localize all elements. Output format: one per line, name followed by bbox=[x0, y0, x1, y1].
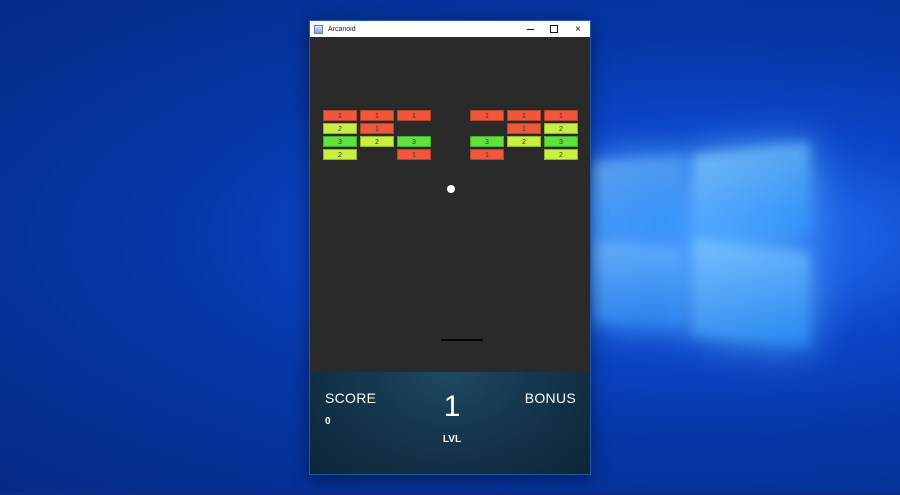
ball bbox=[447, 185, 455, 193]
brick-right-r1-c2: 1 bbox=[507, 110, 541, 121]
brick-right-r3-c2: 2 bbox=[507, 136, 541, 147]
brick-right-r3-c1: 3 bbox=[470, 136, 504, 147]
title-bar[interactable]: Arcanoid × bbox=[310, 21, 590, 37]
game-window[interactable]: Arcanoid × 11121323211111232312 SCORE 0 … bbox=[309, 20, 591, 475]
brick-left-r1-c1: 1 bbox=[323, 110, 357, 121]
app-window-icon bbox=[314, 24, 323, 34]
brick-right-r2-c2: 1 bbox=[507, 123, 541, 134]
hud-panel: SCORE 0 1 LVL BONUS bbox=[310, 372, 590, 474]
level-label: LVL bbox=[442, 434, 462, 445]
score-value: 0 bbox=[325, 416, 331, 427]
brick-left-r1-c2: 1 bbox=[360, 110, 394, 121]
logo-pane-top-left bbox=[592, 154, 684, 240]
windows-logo bbox=[592, 140, 900, 349]
brick-left-r3-c2: 2 bbox=[360, 136, 394, 147]
logo-pane-bottom-right bbox=[692, 239, 810, 349]
brick-left-r4-c3: 1 bbox=[397, 149, 431, 160]
maximize-button[interactable] bbox=[542, 21, 566, 37]
logo-pane-top-right bbox=[692, 141, 810, 247]
score-label: SCORE bbox=[325, 390, 377, 406]
brick-right-r4-c1: 1 bbox=[470, 149, 504, 160]
brick-left-r3-c3: 3 bbox=[397, 136, 431, 147]
window-controls: × bbox=[518, 21, 590, 37]
brick-right-r1-c1: 1 bbox=[470, 110, 504, 121]
paddle[interactable] bbox=[441, 339, 483, 341]
brick-left-r2-c2: 1 bbox=[360, 123, 394, 134]
brick-left-r3-c1: 3 bbox=[323, 136, 357, 147]
brick-left-r4-c1: 2 bbox=[323, 149, 357, 160]
bonus-label: BONUS bbox=[524, 390, 576, 406]
window-title: Arcanoid bbox=[328, 25, 356, 33]
brick-right-r3-c3: 3 bbox=[544, 136, 578, 147]
brick-right-r4-c3: 2 bbox=[544, 149, 578, 160]
brick-right-r2-c3: 2 bbox=[544, 123, 578, 134]
close-button[interactable]: × bbox=[566, 21, 590, 37]
minimize-button[interactable] bbox=[518, 21, 542, 37]
brick-left-r2-c1: 2 bbox=[323, 123, 357, 134]
logo-pane-bottom-left bbox=[592, 240, 684, 330]
level-value: 1 bbox=[443, 390, 461, 423]
brick-left-r1-c3: 1 bbox=[397, 110, 431, 121]
brick-right-r1-c3: 1 bbox=[544, 110, 578, 121]
game-field[interactable]: 11121323211111232312 bbox=[310, 37, 590, 372]
